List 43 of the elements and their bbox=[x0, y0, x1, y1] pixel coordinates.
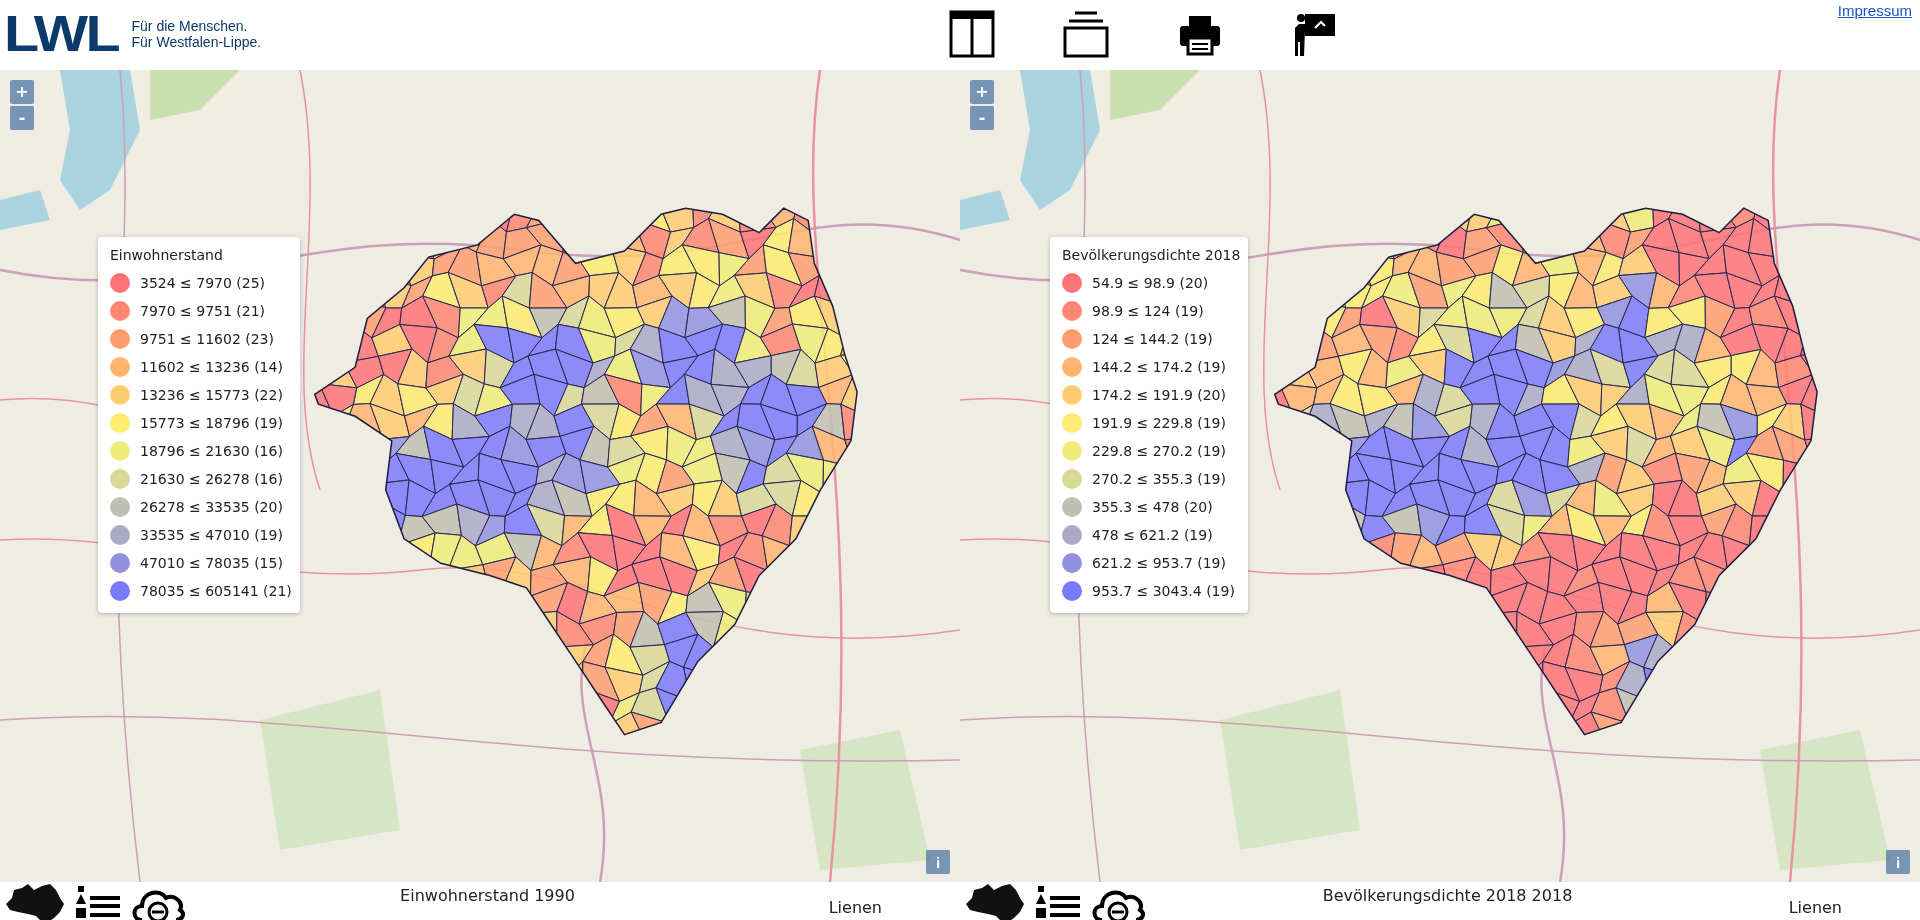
legend-label: 174.2 ≤ 191.9 (20) bbox=[1092, 387, 1226, 403]
legend-title: Einwohnerstand bbox=[110, 247, 224, 263]
legend-label: 11602 ≤ 13236 (14) bbox=[140, 359, 283, 375]
place-name: Lienen bbox=[828, 896, 883, 917]
zoom-in-button[interactable]: + bbox=[10, 80, 34, 104]
legend-label: 78035 ≤ 605141 (21) bbox=[140, 583, 292, 599]
legend-label: 13236 ≤ 15773 (22) bbox=[140, 387, 283, 403]
legend-label: 33535 ≤ 47010 (19) bbox=[140, 527, 283, 543]
legend-label: 18796 ≤ 21630 (16) bbox=[140, 443, 283, 459]
legend-label: 9751 ≤ 11602 (23) bbox=[140, 331, 274, 347]
zoom-out-button[interactable]: - bbox=[970, 106, 994, 130]
info-button[interactable]: i bbox=[926, 850, 950, 874]
legend-label: 7970 ≤ 9751 (21) bbox=[140, 303, 266, 319]
tagline: Für Westfalen-Lippe. bbox=[131, 34, 262, 50]
zoom-out-button[interactable]: - bbox=[10, 106, 34, 130]
legend-label: 144.2 ≤ 174.2 (19) bbox=[1092, 359, 1226, 375]
legend-label: 355.3 ≤ 478 (20) bbox=[1092, 499, 1213, 515]
impressum-link[interactable]: Impressum bbox=[1837, 2, 1912, 19]
two-column-layout-icon[interactable] bbox=[949, 8, 996, 60]
legend-label: 15773 ≤ 18796 (19) bbox=[140, 415, 283, 431]
legend-title: Bevölkerungsdichte 2018 bbox=[1062, 247, 1241, 263]
legend-label: 191.9 ≤ 229.8 (19) bbox=[1092, 415, 1226, 431]
legend-label: 54.9 ≤ 98.9 (20) bbox=[1092, 275, 1209, 291]
legend-label: 229.8 ≤ 270.2 (19) bbox=[1092, 443, 1226, 459]
place-name: Lienen bbox=[1788, 896, 1843, 917]
legend-label: 621.2 ≤ 953.7 (19) bbox=[1092, 555, 1226, 571]
legend-label: 21630 ≤ 26278 (16) bbox=[140, 471, 283, 487]
legend-label: 47010 ≤ 78035 (15) bbox=[140, 555, 283, 571]
legend-label: 98.9 ≤ 124 (19) bbox=[1092, 303, 1204, 319]
legend-label: 3524 ≤ 7970 (25) bbox=[140, 275, 266, 291]
legend-label: 270.2 ≤ 355.3 (19) bbox=[1092, 471, 1226, 487]
legend-label: 26278 ≤ 33535 (20) bbox=[140, 499, 283, 515]
tagline: Für die Menschen. bbox=[131, 18, 249, 34]
map-title: Bevölkerungsdichte 2018 2018 bbox=[1322, 885, 1573, 905]
region-map-icon[interactable] bbox=[4, 882, 66, 920]
zoom-in-button[interactable]: + bbox=[970, 80, 994, 104]
legend-label: 478 ≤ 621.2 (19) bbox=[1092, 527, 1213, 543]
logo: LWL bbox=[4, 14, 119, 54]
legend-label: 124 ≤ 144.2 (19) bbox=[1092, 331, 1213, 347]
legend-label: 953.7 ≤ 3043.4 (19) bbox=[1092, 583, 1235, 599]
info-button[interactable]: i bbox=[1886, 850, 1910, 874]
region-map-icon[interactable] bbox=[964, 882, 1026, 920]
map-title: Einwohnerstand 1990 bbox=[400, 885, 575, 905]
